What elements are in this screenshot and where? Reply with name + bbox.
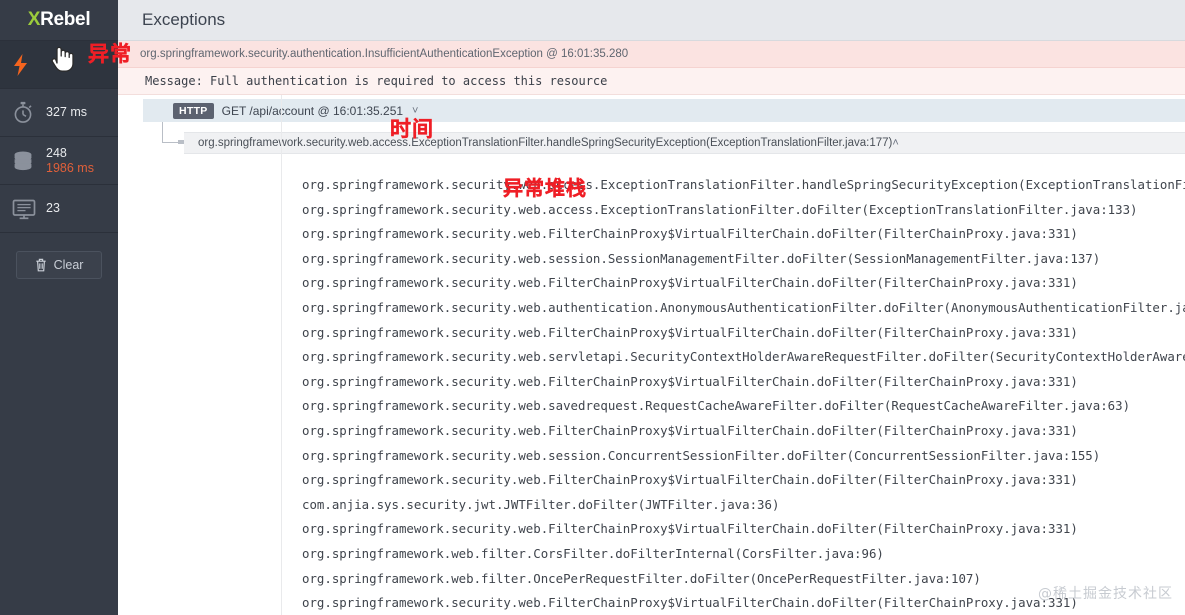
xrebel-window: X Rebel 327 ms 248 1986 ms 23 Clear Exce… [0,0,1185,615]
page-title: Exceptions [142,10,226,29]
stacktrace-line: org.springframework.security.web.session… [302,447,1101,463]
stacktrace-line: com.anjia.sys.security.jwt.JWTFilter.doF… [302,496,780,512]
sidebar-item-rendering[interactable]: 23 [0,184,118,232]
http-badge: HTTP [173,102,214,119]
stacktrace-line: org.springframework.security.web.access.… [302,201,1138,217]
exception-type-and-time: org.springframework.security.authenticat… [140,48,629,60]
clear-button[interactable]: Clear [16,251,102,279]
clear-section: Clear [0,232,118,279]
trash-icon [35,258,46,272]
main-panel: Exceptions org.springframework.security.… [118,0,1185,615]
logo-rebel: Rebel [40,9,91,30]
sidebar-filler [0,279,118,615]
stacktrace-line: org.springframework.security.web.servlet… [302,349,1185,365]
sidebar-time-values: 327 ms [46,105,87,119]
stacktrace-line: org.springframework.security.web.FilterC… [302,595,1078,611]
stacktrace-line: org.springframework.web.filter.OncePerRe… [302,570,981,586]
sidebar-time-value: 327 ms [46,105,87,120]
exception-detail-body: HTTP GET /api/account @ 16:01:35.251 ˅ o… [118,95,1185,615]
top-frame-row[interactable]: org.springframework.security.web.access.… [184,132,1185,154]
sidebar-item-database[interactable]: 248 1986 ms [0,136,118,184]
stacktrace-line: org.springframework.security.web.FilterC… [302,472,1078,488]
logo-x: X [27,9,41,30]
sidebar-rendering-count: 23 [46,201,60,216]
sidebar-rendering-values: 23 [46,201,60,215]
page-header: Exceptions [118,0,1185,41]
sidebar-database-time: 1986 ms [46,160,94,175]
chevron-down-icon[interactable]: ˅ [412,105,418,117]
sidebar-item-time[interactable]: 327 ms [0,88,118,136]
stacktrace-line: org.springframework.security.web.FilterC… [302,324,1078,340]
sidebar-item-exceptions[interactable] [0,40,118,88]
exception-header-row[interactable]: org.springframework.security.authenticat… [118,41,1185,68]
stacktrace-line: org.springframework.security.web.FilterC… [302,226,1078,242]
http-request-summary: GET /api/account @ 16:01:35.251 [221,103,404,118]
exception-message: Message: Full authentication is required… [145,74,608,88]
stacktrace-line: org.springframework.security.web.savedre… [302,398,1131,414]
top-frame-label: org.springframework.security.web.access.… [198,137,893,149]
database-icon [12,150,46,172]
stopwatch-icon [12,101,46,124]
xrebel-logo: X Rebel [0,0,118,40]
stacktrace-line: org.springframework.security.web.FilterC… [302,275,1078,291]
stacktrace-line: org.springframework.security.web.FilterC… [302,422,1078,438]
sidebar: X Rebel 327 ms 248 1986 ms 23 Clear [0,0,118,615]
stacktrace-list: org.springframework.security.web.access.… [118,163,1185,615]
stacktrace-line: org.springframework.web.filter.CorsFilte… [302,545,884,561]
chevron-up-icon[interactable]: ˄ [892,137,898,149]
clear-button-label: Clear [53,258,84,272]
sidebar-database-values: 248 1986 ms [46,146,94,175]
stacktrace-line: org.springframework.security.web.session… [302,250,1101,266]
stacktrace-line: org.springframework.security.web.access.… [302,177,1185,192]
monitor-icon [12,198,46,220]
stacktrace-line: org.springframework.security.web.FilterC… [302,373,1078,389]
http-request-row[interactable]: HTTP GET /api/account @ 16:01:35.251 ˅ [143,99,1185,122]
exception-message-row: Message: Full authentication is required… [118,68,1185,95]
sidebar-database-count: 248 [46,146,67,161]
lightning-bolt-icon [12,53,46,76]
stacktrace-line: org.springframework.security.web.FilterC… [302,521,1078,537]
stacktrace-line: org.springframework.security.web.authent… [302,299,1185,315]
